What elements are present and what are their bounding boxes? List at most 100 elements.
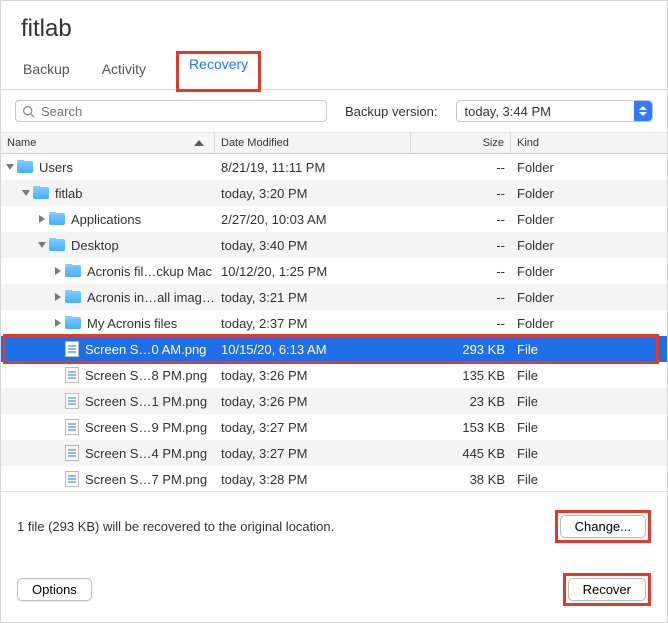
table-row[interactable]: Acronis fil…ckup Mac10/12/20, 1:25 PM--F… bbox=[1, 258, 667, 284]
folder-icon bbox=[65, 291, 81, 303]
toolbar: Backup version: today, 3:44 PM bbox=[1, 90, 667, 133]
folder-icon bbox=[49, 239, 65, 251]
disclosure-triangle-icon[interactable] bbox=[55, 267, 61, 275]
recovery-window: fitlab Backup Activity Recovery Backup v… bbox=[0, 0, 668, 623]
file-icon bbox=[65, 341, 79, 357]
row-name: Screen S…7 PM.png bbox=[85, 472, 207, 487]
options-button[interactable]: Options bbox=[17, 578, 92, 601]
table-row[interactable]: Screen S…4 PM.pngtoday, 3:27 PM445 KBFil… bbox=[1, 440, 667, 466]
table-row[interactable]: Screen S…0 AM.png 10/15/20, 6:13 AM293 KB… bbox=[1, 336, 667, 362]
disclosure-triangle-icon[interactable] bbox=[55, 293, 61, 301]
file-icon bbox=[65, 393, 79, 409]
row-kind: File bbox=[511, 446, 667, 461]
row-date: today, 3:20 PM bbox=[215, 186, 411, 201]
table-row[interactable]: Screen S…7 PM.pngtoday, 3:28 PM38 KBFile bbox=[1, 466, 667, 491]
column-headers: Name Date Modified Size Kind bbox=[1, 133, 667, 154]
column-header-date[interactable]: Date Modified bbox=[215, 133, 411, 153]
column-header-size[interactable]: Size bbox=[411, 133, 511, 153]
row-size: 293 KB bbox=[411, 342, 511, 357]
row-kind: File bbox=[511, 368, 667, 383]
folder-icon bbox=[65, 265, 81, 277]
row-date: 10/12/20, 1:25 PM bbox=[215, 264, 411, 279]
column-header-name[interactable]: Name bbox=[1, 133, 215, 153]
row-date: today, 3:27 PM bbox=[215, 420, 411, 435]
row-name: Screen S…4 PM.png bbox=[85, 446, 207, 461]
search-input[interactable] bbox=[39, 103, 320, 120]
stepper-arrows-icon bbox=[634, 101, 652, 121]
row-size: 135 KB bbox=[411, 368, 511, 383]
table-row[interactable]: Desktop today, 3:40 PM--Folder bbox=[1, 232, 667, 258]
row-kind: Folder bbox=[511, 212, 667, 227]
row-size: 38 KB bbox=[411, 472, 511, 487]
status-bar: 1 file (293 KB) will be recovered to the… bbox=[1, 491, 667, 561]
row-name: Screen S…1 PM.png bbox=[85, 394, 207, 409]
table-row[interactable]: Acronis in…all imagestoday, 3:21 PM--Fol… bbox=[1, 284, 667, 310]
file-tree[interactable]: Users8/21/19, 11:11 PM--Folder fitlab toda… bbox=[1, 154, 667, 491]
annotation-highlight-change-button: Change... bbox=[555, 510, 651, 543]
folder-icon bbox=[33, 187, 49, 199]
disclosure-triangle-icon[interactable] bbox=[38, 242, 46, 248]
row-name: Screen S…0 AM.png bbox=[85, 342, 206, 357]
row-kind: Folder bbox=[511, 238, 667, 253]
table-row[interactable]: fitlabtoday, 3:20 PM--Folder bbox=[1, 180, 667, 206]
folder-icon bbox=[49, 213, 65, 225]
table-row[interactable]: Screen S…9 PM.png today, 3:27 PM153 KBFil… bbox=[1, 414, 667, 440]
row-size: 23 KB bbox=[411, 394, 511, 409]
row-date: today, 3:27 PM bbox=[215, 446, 411, 461]
row-name: Users bbox=[39, 160, 73, 175]
change-button[interactable]: Change... bbox=[560, 515, 646, 538]
row-name: Screen S…8 PM.png bbox=[85, 368, 207, 383]
disclosure-triangle-icon[interactable] bbox=[6, 164, 14, 170]
search-field[interactable] bbox=[15, 100, 327, 122]
row-date: today, 2:37 PM bbox=[215, 316, 411, 331]
disclosure-triangle-icon[interactable] bbox=[22, 190, 30, 196]
row-kind: File bbox=[511, 394, 667, 409]
row-date: today, 3:26 PM bbox=[215, 368, 411, 383]
table-row[interactable]: Users8/21/19, 11:11 PM--Folder bbox=[1, 154, 667, 180]
row-date: 2/27/20, 10:03 AM bbox=[215, 212, 411, 227]
window-title: fitlab bbox=[1, 1, 667, 47]
row-kind: Folder bbox=[511, 186, 667, 201]
row-name: My Acronis files bbox=[87, 316, 177, 331]
tab-recovery[interactable]: Recovery bbox=[189, 56, 248, 72]
annotation-highlight-recovery-tab: Recovery bbox=[176, 51, 261, 92]
row-date: 10/15/20, 6:13 AM bbox=[215, 342, 411, 357]
recover-button[interactable]: Recover bbox=[568, 578, 646, 601]
row-size: -- bbox=[411, 238, 511, 253]
tab-activity[interactable]: Activity bbox=[100, 53, 148, 89]
tab-backup[interactable]: Backup bbox=[21, 53, 72, 89]
row-name: Acronis in…all images bbox=[87, 290, 215, 305]
row-date: today, 3:40 PM bbox=[215, 238, 411, 253]
row-name: Applications bbox=[71, 212, 141, 227]
row-size: -- bbox=[411, 316, 511, 331]
action-bar: Options Recover bbox=[1, 561, 667, 622]
row-kind: Folder bbox=[511, 160, 667, 175]
file-icon bbox=[65, 445, 79, 461]
table-row[interactable]: Applications2/27/20, 10:03 AM--Folder bbox=[1, 206, 667, 232]
column-header-kind[interactable]: Kind bbox=[511, 133, 667, 153]
disclosure-triangle-icon[interactable] bbox=[55, 319, 61, 327]
row-name: Desktop bbox=[71, 238, 119, 253]
file-icon bbox=[65, 419, 79, 435]
backup-version-select[interactable]: today, 3:44 PM bbox=[456, 100, 654, 122]
sort-ascending-icon bbox=[194, 140, 204, 146]
row-date: today, 3:28 PM bbox=[215, 472, 411, 487]
row-name: Screen S…9 PM.png bbox=[85, 420, 207, 435]
table-row[interactable]: Screen S…1 PM.png today, 3:26 PM23 KBFile bbox=[1, 388, 667, 414]
table-row[interactable]: Screen S…8 PM.png today, 3:26 PM135 KBFil… bbox=[1, 362, 667, 388]
folder-icon bbox=[65, 317, 81, 329]
row-date: today, 3:26 PM bbox=[215, 394, 411, 409]
row-size: 153 KB bbox=[411, 420, 511, 435]
table-row[interactable]: My Acronis filestoday, 2:37 PM--Folder bbox=[1, 310, 667, 336]
annotation-highlight-recover-button: Recover bbox=[563, 573, 651, 606]
folder-icon bbox=[17, 161, 33, 173]
row-name: fitlab bbox=[55, 186, 82, 201]
backup-version-label: Backup version: bbox=[345, 104, 438, 119]
row-kind: File bbox=[511, 420, 667, 435]
backup-version-value: today, 3:44 PM bbox=[465, 104, 551, 119]
row-kind: Folder bbox=[511, 264, 667, 279]
row-kind: Folder bbox=[511, 290, 667, 305]
disclosure-triangle-icon[interactable] bbox=[39, 215, 45, 223]
status-text: 1 file (293 KB) will be recovered to the… bbox=[17, 519, 334, 534]
row-name: Acronis fil…ckup Mac bbox=[87, 264, 212, 279]
